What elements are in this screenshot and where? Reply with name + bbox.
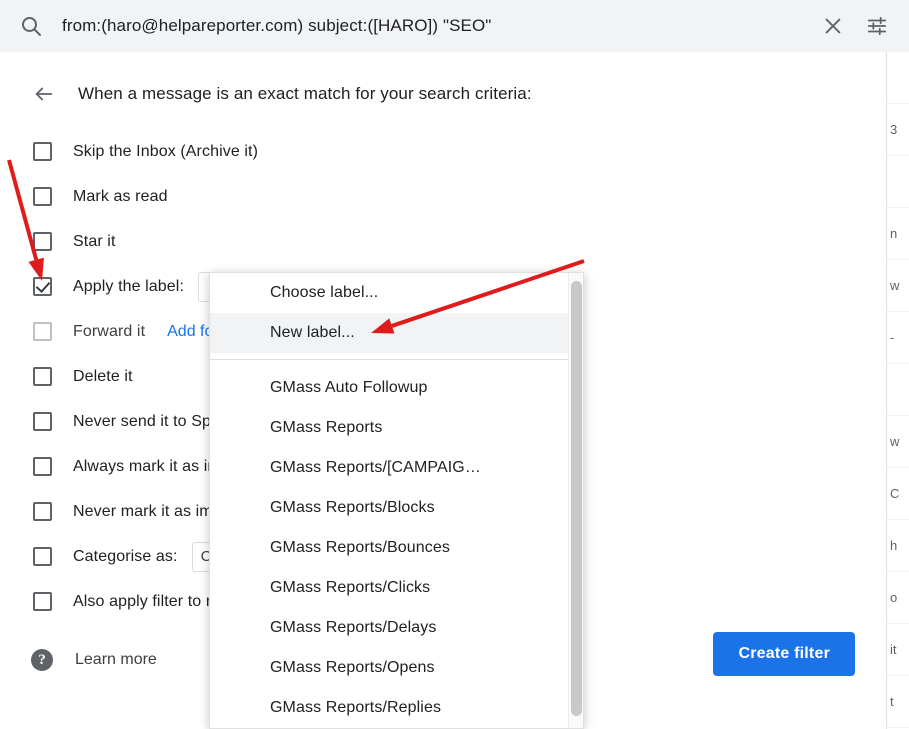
scrollbar-thumb[interactable]	[571, 281, 582, 716]
background-email-row[interactable]: C	[887, 468, 909, 520]
background-email-row[interactable]: h	[887, 520, 909, 572]
background-email-row[interactable]	[887, 52, 909, 104]
filter-action-label: Categorise as:	[73, 547, 178, 565]
checkbox-apply-the-label[interactable]	[33, 277, 52, 296]
dropdown-action-new-label[interactable]: New label...	[210, 313, 570, 353]
background-email-row[interactable]: n	[887, 208, 909, 260]
filter-action-label: Forward it	[73, 322, 146, 340]
background-email-row[interactable]: t	[887, 676, 909, 728]
checkbox-mark-as-read[interactable]	[33, 187, 52, 206]
filter-action-row: Mark as read	[0, 174, 886, 219]
dropdown-action-choose-label[interactable]: Choose label...	[210, 273, 570, 313]
dropdown-divider	[210, 359, 570, 360]
search-options-icon[interactable]	[855, 15, 899, 37]
background-email-row[interactable]	[887, 156, 909, 208]
checkbox-star-it[interactable]	[33, 232, 52, 251]
back-arrow-icon[interactable]	[28, 78, 60, 110]
background-email-list[interactable]: 3 n w - w Ch o it t	[886, 52, 909, 729]
search-icon[interactable]	[0, 14, 62, 38]
gmail-filter-screen: 3 n w - w Ch o it t from:(haro@helpareporter.com…	[0, 0, 909, 729]
dropdown-label-item[interactable]: GMass Reports/Replies	[210, 688, 570, 728]
filter-action-label: Apply the label:	[73, 277, 185, 295]
checkbox-never-mark-it-as-important[interactable]	[33, 502, 52, 521]
checkbox-never-send-it-to-spam[interactable]	[33, 412, 52, 431]
dropdown-label-item[interactable]: GMass Reports/Delays	[210, 608, 570, 648]
label-dropdown-list: Choose label... New label... GMass Auto Fo…	[210, 273, 570, 728]
filter-action-label: Delete it	[73, 367, 133, 385]
dropdown-label-item[interactable]: GMass Reports	[210, 408, 570, 448]
page-title: When a message is an exact match for you…	[78, 84, 532, 103]
filter-action-label: Mark as read	[73, 187, 168, 205]
search-bar: from:(haro@helpareporter.com) subject:([…	[0, 0, 909, 52]
create-filter-button[interactable]: Create filter	[713, 632, 855, 676]
background-email-row[interactable]: w	[887, 416, 909, 468]
close-icon[interactable]	[811, 15, 855, 37]
label-dropdown: Choose label... New label... GMass Auto Fo…	[209, 272, 584, 729]
search-input[interactable]: from:(haro@helpareporter.com) subject:([…	[62, 16, 811, 36]
background-email-row[interactable]: 3	[887, 104, 909, 156]
background-email-row[interactable]: -	[887, 312, 909, 364]
dropdown-label-item[interactable]: GMass Auto Followup	[210, 368, 570, 408]
label-dropdown-scrollbar[interactable]	[568, 273, 583, 728]
checkbox-categorise-as[interactable]	[33, 547, 52, 566]
background-email-row[interactable]: o	[887, 572, 909, 624]
checkbox-delete-it[interactable]	[33, 367, 52, 386]
dropdown-label-item[interactable]: GMass Reports/Blocks	[210, 488, 570, 528]
checkbox-also-apply-filter-to-matching-conversations[interactable]	[33, 592, 52, 611]
dropdown-label-item[interactable]: GMass Reports/Bounces	[210, 528, 570, 568]
help-icon: ?	[31, 649, 53, 671]
background-email-row[interactable]: it	[887, 624, 909, 676]
dropdown-label-item[interactable]: GMass Reports/[CAMPAIG…	[210, 448, 570, 488]
checkbox-always-mark-it-as-important[interactable]	[33, 457, 52, 476]
dropdown-label-item[interactable]: GMass Reports/Opens	[210, 648, 570, 688]
dropdown-label-item[interactable]: GMass Reports/Clicks	[210, 568, 570, 608]
checkbox-skip-the-inbox-archive-it[interactable]	[33, 142, 52, 161]
learn-more-link[interactable]: ? Learn more	[31, 649, 157, 671]
filter-action-label: Skip the Inbox (Archive it)	[73, 142, 258, 160]
background-email-row[interactable]	[887, 364, 909, 416]
background-email-row[interactable]: w	[887, 260, 909, 312]
filter-action-row: Skip the Inbox (Archive it)	[0, 129, 886, 174]
filter-action-row: Star it	[0, 219, 886, 264]
learn-more-label: Learn more	[75, 651, 157, 668]
filter-action-label: Star it	[73, 232, 116, 250]
panel-header: When a message is an exact match for you…	[0, 78, 886, 110]
checkbox-forward-it[interactable]	[33, 322, 52, 341]
